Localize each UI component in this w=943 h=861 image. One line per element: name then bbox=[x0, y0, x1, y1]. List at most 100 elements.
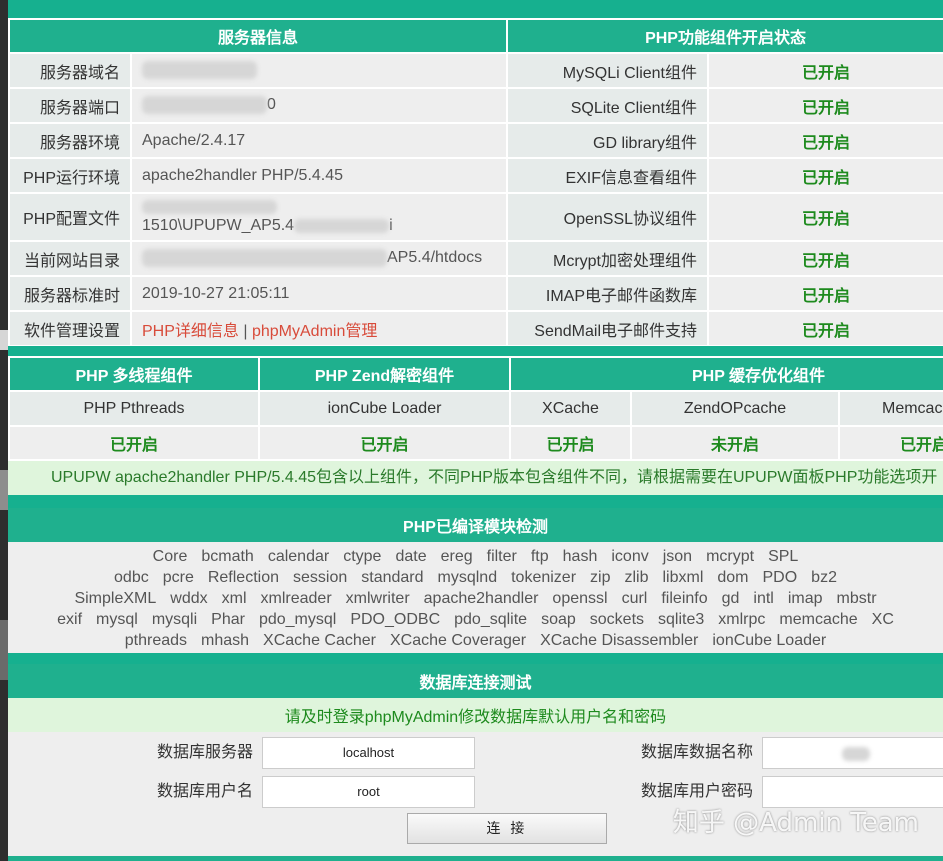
server-port-value: 0 bbox=[129, 87, 509, 124]
server-info-panel: 服务器信息 PHP功能组件开启状态 服务器域名 MySQLi Client组件 … bbox=[8, 18, 943, 346]
component-status: 已开启 bbox=[707, 192, 943, 242]
extension-item: filter bbox=[486, 548, 517, 565]
bottom-border bbox=[8, 856, 943, 861]
extension-item: dom bbox=[717, 569, 749, 586]
extension-item: PDO_ODBC bbox=[350, 611, 441, 628]
extension-item: SPL bbox=[768, 548, 799, 565]
compiled-header: PHP已编译模块检测 bbox=[8, 508, 943, 542]
extension-line: SimpleXML wddx xml xmlreader xmlwriter apache… bbox=[8, 588, 943, 609]
extension-item: xmlrpc bbox=[718, 611, 766, 628]
extension-item: Core bbox=[152, 548, 188, 565]
module-status: 已开启 bbox=[509, 425, 632, 461]
extension-item: ftp bbox=[530, 548, 549, 565]
extension-item: intl bbox=[753, 590, 774, 607]
extension-item: XCache Cacher bbox=[263, 632, 376, 649]
extension-item: iconv bbox=[611, 548, 649, 565]
component-name: Mcrypt加密处理组件 bbox=[506, 240, 710, 277]
extension-item: ereg bbox=[440, 548, 473, 565]
phpmyadmin-link[interactable]: phpMyAdmin管理 bbox=[252, 323, 377, 340]
extension-item: curl bbox=[621, 590, 648, 607]
module-status: 未开启 bbox=[630, 425, 840, 461]
extension-item: odbc bbox=[114, 569, 149, 586]
redacted-block bbox=[142, 61, 257, 80]
extension-item: hash bbox=[562, 548, 598, 565]
extension-item: mbstr bbox=[836, 590, 877, 607]
php-config-label: PHP配置文件 bbox=[8, 192, 132, 242]
extension-item: mysqlnd bbox=[437, 569, 498, 586]
extension-item: pthreads bbox=[124, 632, 188, 649]
extension-item: XC bbox=[871, 611, 894, 628]
extension-item: mysqli bbox=[151, 611, 198, 628]
module-name: ionCube Loader bbox=[258, 390, 511, 427]
server-time-label: 服务器标准时 bbox=[8, 275, 132, 312]
cache-header: PHP 缓存优化组件 bbox=[508, 356, 943, 392]
extension-item: wddx bbox=[170, 590, 208, 607]
extension-item: ctype bbox=[343, 548, 382, 565]
extension-item: xmlreader bbox=[260, 590, 332, 607]
db-user-label: 数据库用户名 bbox=[156, 783, 253, 800]
module-name: ZendOPcache bbox=[630, 390, 840, 427]
php-env-value: apache2handler PHP/5.4.45 bbox=[129, 157, 509, 194]
software-settings-label: 软件管理设置 bbox=[8, 310, 132, 346]
extension-item: pdo_sqlite bbox=[454, 611, 528, 628]
db-user-input[interactable]: root bbox=[262, 776, 475, 808]
component-status: 已开启 bbox=[707, 157, 943, 194]
component-status: 已开启 bbox=[707, 122, 943, 159]
server-env-value: Apache/2.4.17 bbox=[129, 122, 509, 159]
extension-list: Core bcmath calendar ctype date ereg filter ftp… bbox=[8, 542, 943, 651]
extension-item: PDO bbox=[762, 569, 798, 586]
extension-item: pcre bbox=[162, 569, 194, 586]
extension-item: sqlite3 bbox=[658, 611, 705, 628]
db-name-label: 数据库数据名称 bbox=[640, 744, 753, 761]
extension-item: sockets bbox=[589, 611, 645, 628]
site-dir-label: 当前网站目录 bbox=[8, 240, 132, 277]
zend-decode-header: PHP Zend解密组件 bbox=[258, 356, 511, 392]
extension-item: fileinfo bbox=[661, 590, 708, 607]
extension-item: mysql bbox=[96, 611, 138, 628]
extension-item: gd bbox=[721, 590, 740, 607]
component-status: 已开启 bbox=[707, 310, 943, 346]
server-domain-value bbox=[129, 52, 509, 89]
module-name: PHP Pthreads bbox=[8, 390, 260, 427]
connect-button[interactable]: 连 接 bbox=[407, 813, 607, 844]
extension-item: json bbox=[662, 548, 693, 565]
watermark: 知乎 @Admin Team bbox=[672, 808, 919, 838]
extension-item: mhash bbox=[201, 632, 250, 649]
module-status: 已开启 bbox=[837, 425, 943, 461]
extension-line: exif mysql mysqli Phar pdo_mysql PDO_ODBC pdo_… bbox=[8, 609, 943, 630]
background-strip bbox=[0, 0, 8, 861]
software-settings-links: PHP详细信息 | phpMyAdmin管理 bbox=[129, 310, 509, 346]
redacted-block bbox=[142, 249, 387, 268]
php-env-label: PHP运行环境 bbox=[8, 157, 132, 194]
extension-item: standard bbox=[361, 569, 424, 586]
component-status: 已开启 bbox=[707, 52, 943, 89]
extension-item: bcmath bbox=[201, 548, 254, 565]
db-test-header: 数据库连接测试 bbox=[8, 664, 943, 698]
db-name-input[interactable] bbox=[762, 737, 943, 769]
redacted-block bbox=[142, 199, 277, 214]
extension-item: SimpleXML bbox=[74, 590, 157, 607]
redacted-block bbox=[142, 96, 267, 115]
php-info-link[interactable]: PHP详细信息 bbox=[142, 323, 239, 340]
extension-item: memcache bbox=[779, 611, 858, 628]
extension-item: exif bbox=[57, 611, 83, 628]
extension-item: Reflection bbox=[207, 569, 279, 586]
extension-item: tokenizer bbox=[511, 569, 577, 586]
multithread-header: PHP 多线程组件 bbox=[8, 356, 260, 392]
component-name: IMAP电子邮件函数库 bbox=[506, 275, 710, 312]
db-server-input[interactable]: localhost bbox=[262, 737, 475, 769]
extension-line: pthreads mhash XCache Cacher XCache Coverag… bbox=[8, 630, 943, 651]
module-name: XCache bbox=[509, 390, 632, 427]
component-status: 已开启 bbox=[707, 275, 943, 312]
modules-note: UPUPW apache2handler PHP/5.4.45包含以上组件，不同… bbox=[8, 461, 943, 495]
extension-item: bz2 bbox=[811, 569, 837, 586]
server-domain-label: 服务器域名 bbox=[8, 52, 132, 89]
extension-item: session bbox=[293, 569, 348, 586]
server-time-value: 2019-10-27 21:05:11 bbox=[129, 275, 509, 312]
server-info-header: 服务器信息 bbox=[8, 18, 509, 54]
component-name: MySQLi Client组件 bbox=[506, 52, 710, 89]
redacted-block bbox=[294, 218, 390, 233]
extension-item: xmlwriter bbox=[345, 590, 410, 607]
component-name: OpenSSL协议组件 bbox=[506, 192, 710, 242]
extension-item: libxml bbox=[662, 569, 704, 586]
